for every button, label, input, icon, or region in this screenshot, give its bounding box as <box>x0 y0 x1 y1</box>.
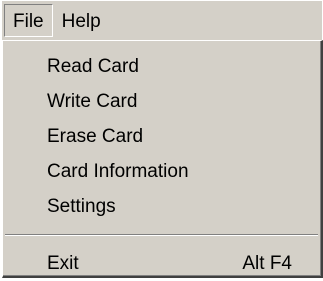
menu-separator <box>5 234 318 236</box>
menu-item-label: Write Card <box>47 91 138 112</box>
menu-file[interactable]: File <box>4 4 53 37</box>
application-window: File Help Read Card Write Card Erase Car… <box>0 0 323 278</box>
menu-help[interactable]: Help <box>53 4 110 37</box>
menu-item-label: Erase Card <box>47 126 144 147</box>
menu-item-label: Exit <box>47 253 79 274</box>
menu-item-settings[interactable]: Settings <box>3 189 320 224</box>
menu-item-shortcut: Alt F4 <box>242 253 292 274</box>
menu-item-label: Read Card <box>47 56 139 77</box>
menu-item-read-card[interactable]: Read Card <box>3 49 320 84</box>
menu-item-erase-card[interactable]: Erase Card <box>3 119 320 154</box>
menu-item-write-card[interactable]: Write Card <box>3 84 320 119</box>
file-dropdown-menu: Read Card Write Card Erase Card Card Inf… <box>2 40 323 278</box>
menu-item-label: Settings <box>47 196 116 217</box>
menu-bar: File Help <box>2 1 322 40</box>
menu-item-label: Card Information <box>47 161 189 182</box>
menu-item-exit[interactable]: Exit Alt F4 <box>3 246 320 281</box>
file-dropdown-body: Read Card Write Card Erase Card Card Inf… <box>3 41 321 276</box>
menu-item-card-information[interactable]: Card Information <box>3 154 320 189</box>
